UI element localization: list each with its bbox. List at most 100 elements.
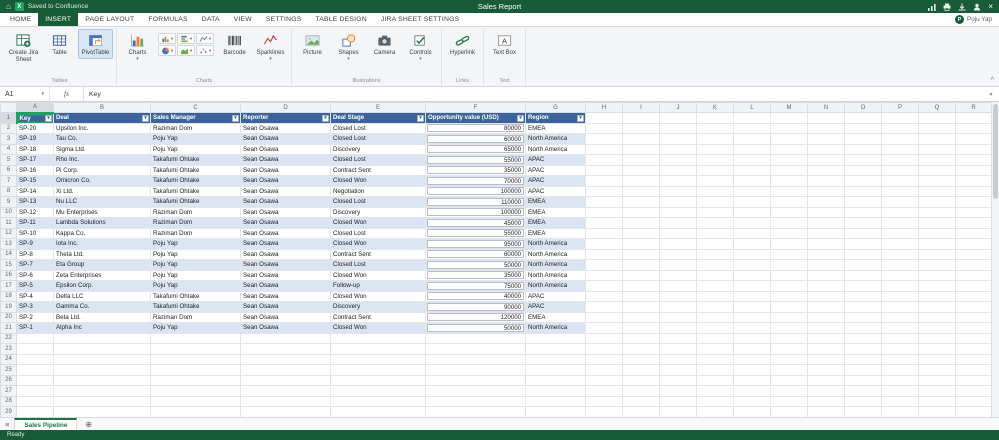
cell[interactable]	[622, 280, 660, 292]
cell[interactable]	[844, 343, 882, 355]
column-header-B[interactable]: B	[53, 102, 151, 113]
cell[interactable]	[622, 196, 660, 208]
cell[interactable]	[659, 332, 697, 344]
cell[interactable]: Sean Osawa	[240, 164, 331, 176]
cell[interactable]	[585, 269, 623, 281]
cell[interactable]	[770, 227, 808, 239]
cell[interactable]	[770, 290, 808, 302]
cell[interactable]	[844, 395, 882, 407]
cell[interactable]	[622, 133, 660, 145]
cell[interactable]: 100000	[425, 206, 526, 218]
cell[interactable]: Poju Yap	[150, 238, 241, 250]
cell[interactable]: Poju Yap	[150, 133, 241, 145]
cell[interactable]	[807, 269, 845, 281]
textbox-button[interactable]: A Text Box	[487, 29, 522, 59]
cell[interactable]	[150, 343, 241, 355]
cell[interactable]: Poju Yap	[150, 259, 241, 271]
cell[interactable]	[807, 164, 845, 176]
cell[interactable]	[585, 196, 623, 208]
name-box[interactable]: A1 ▾	[0, 87, 50, 101]
cell[interactable]	[770, 175, 808, 187]
cell[interactable]	[425, 364, 526, 376]
cell[interactable]	[918, 175, 956, 187]
tab-insert[interactable]: INSERT	[38, 13, 79, 26]
cell[interactable]	[770, 112, 808, 124]
column-header-J[interactable]: J	[659, 102, 697, 113]
cell[interactable]	[659, 364, 697, 376]
cell[interactable]	[918, 196, 956, 208]
cell[interactable]	[659, 269, 697, 281]
cell[interactable]	[955, 343, 992, 355]
cell[interactable]	[918, 217, 956, 229]
cell[interactable]	[585, 364, 623, 376]
cell[interactable]	[918, 112, 956, 124]
cell[interactable]	[844, 133, 882, 145]
cell[interactable]: SP-14	[16, 185, 54, 197]
cell[interactable]: 65000	[425, 143, 526, 155]
column-header-G[interactable]: G	[525, 102, 586, 113]
filter-icon[interactable]: ▾	[232, 114, 239, 122]
cell[interactable]	[525, 406, 586, 417]
cell[interactable]	[733, 122, 771, 134]
cell[interactable]	[696, 259, 734, 271]
cell[interactable]	[696, 112, 734, 124]
column-header-C[interactable]: C	[150, 102, 241, 113]
cell[interactable]	[918, 280, 956, 292]
cell[interactable]	[844, 122, 882, 134]
cell[interactable]	[733, 364, 771, 376]
cell[interactable]	[150, 395, 241, 407]
cell[interactable]	[770, 332, 808, 344]
table-button[interactable]: Table	[42, 29, 77, 59]
cell[interactable]	[770, 343, 808, 355]
cell[interactable]	[807, 385, 845, 397]
cell[interactable]	[622, 122, 660, 134]
cell[interactable]: Closed Lost	[330, 259, 426, 271]
cell[interactable]	[696, 385, 734, 397]
cell[interactable]	[955, 374, 992, 386]
cell[interactable]	[770, 311, 808, 323]
cell[interactable]	[696, 353, 734, 365]
cell[interactable]: SP-1	[16, 322, 54, 334]
cell[interactable]	[844, 280, 882, 292]
cell[interactable]	[696, 311, 734, 323]
cell[interactable]	[770, 406, 808, 417]
tab-page-layout[interactable]: PAGE LAYOUT	[78, 13, 141, 26]
cell[interactable]	[425, 374, 526, 386]
cell[interactable]	[881, 217, 919, 229]
cell[interactable]: Eta Group	[53, 259, 151, 271]
cell[interactable]	[918, 406, 956, 417]
row-number-13[interactable]: 13	[0, 238, 17, 250]
cell[interactable]	[585, 112, 623, 124]
cell[interactable]: North America	[525, 133, 586, 145]
cell[interactable]	[807, 353, 845, 365]
cell[interactable]	[425, 406, 526, 417]
cell[interactable]: Sean Osawa	[240, 290, 331, 302]
cell[interactable]	[659, 259, 697, 271]
cell[interactable]	[918, 154, 956, 166]
cell[interactable]	[770, 280, 808, 292]
cell[interactable]: Sean Osawa	[240, 248, 331, 260]
cell[interactable]	[696, 248, 734, 260]
filter-icon[interactable]: ▾	[417, 114, 424, 122]
cell[interactable]	[881, 311, 919, 323]
cell[interactable]	[918, 385, 956, 397]
cell[interactable]	[733, 217, 771, 229]
cell[interactable]	[918, 395, 956, 407]
cell[interactable]	[844, 311, 882, 323]
cell[interactable]	[918, 301, 956, 313]
cell[interactable]	[659, 227, 697, 239]
cell[interactable]	[622, 154, 660, 166]
row-number-12[interactable]: 12	[0, 227, 17, 239]
cell[interactable]	[330, 364, 426, 376]
cell[interactable]	[240, 385, 331, 397]
cell[interactable]	[881, 248, 919, 260]
tab-data[interactable]: DATA	[195, 13, 227, 26]
row-number-20[interactable]: 20	[0, 311, 17, 323]
cell[interactable]	[955, 269, 992, 281]
cell[interactable]	[733, 374, 771, 386]
row-number-2[interactable]: 2	[0, 122, 17, 134]
cell[interactable]	[585, 259, 623, 271]
cell[interactable]	[733, 175, 771, 187]
cell[interactable]	[844, 227, 882, 239]
row-number-18[interactable]: 18	[0, 290, 17, 302]
